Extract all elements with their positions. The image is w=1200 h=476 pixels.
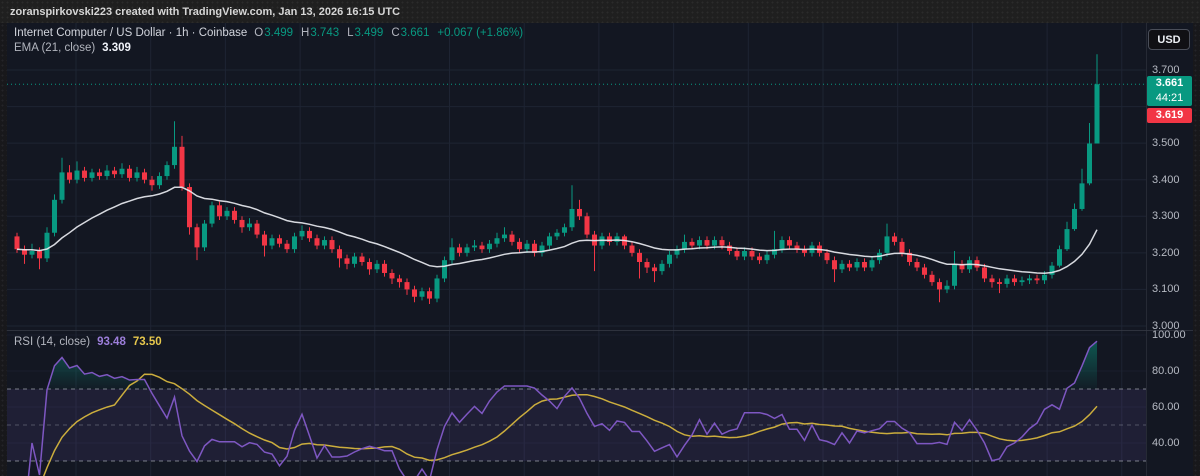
symbol-legend-row[interactable]: Internet Computer / US Dollar · 1h · Coi… (14, 27, 523, 39)
high-value: 3.743 (310, 27, 340, 39)
rsi-legend-row[interactable]: RSI (14, close) 93.48 73.50 (14, 336, 162, 348)
price-tick-label: 3.200 (1152, 246, 1180, 259)
rsi-tick-label: 100.00 (1152, 329, 1186, 341)
pane-separator[interactable] (7, 330, 1193, 331)
rsi-pane (7, 340, 1146, 476)
ema-value: 3.309 (102, 42, 131, 54)
candles-layer (14, 54, 1100, 305)
rsi-ma-value: 73.50 (132, 336, 162, 348)
change-value: +0.067 (+1.86%) (437, 27, 524, 39)
rsi-tick-label: 80.00 (1152, 365, 1180, 377)
price-axis[interactable]: USD 3.661 44:21 3.619 3.700 3.500 3.400 3.3… (1146, 23, 1193, 476)
price-tick-label: 3.100 (1152, 283, 1180, 296)
open-value: 3.499 (264, 27, 294, 39)
tradingview-chart-window: zoranspirkovski223 created with TradingV… (0, 0, 1200, 476)
close-label: C (391, 27, 400, 39)
ohlc-values: O 3.499 H 3.743 L 3.499 C 3.661 +0.067 (+1.8… (254, 27, 523, 39)
close-value: 3.661 (400, 27, 430, 39)
last-price-badge-value: 3.661 (1155, 77, 1184, 90)
chart-canvas[interactable] (0, 0, 1200, 476)
attribution-bar: zoranspirkovski223 created with TradingV… (0, 0, 1200, 23)
attribution-text: zoranspirkovski223 created with TradingV… (10, 5, 401, 18)
price-tick-label: 3.700 (1152, 64, 1180, 76)
rsi-overbought-fill (47, 357, 150, 389)
price-tick-label: 3.500 (1152, 137, 1180, 150)
rsi-tick-label: 40.00 (1152, 437, 1180, 449)
price-tick-label: 3.300 (1152, 210, 1180, 223)
ema-label[interactable]: EMA (21, close) (14, 42, 95, 54)
frame-left-border (0, 23, 7, 476)
bar-countdown: 44:21 (1155, 92, 1184, 105)
open-label: O (254, 27, 264, 39)
high-label: H (301, 27, 310, 39)
symbol-title[interactable]: Internet Computer / US Dollar · 1h · Coi… (14, 27, 247, 39)
rsi-tick-label: 60.00 (1152, 401, 1180, 413)
frame-right-border (1193, 23, 1200, 476)
last-price-badge: 3.661 44:21 (1147, 76, 1192, 107)
secondary-price-badge-value: 3.619 (1155, 109, 1184, 122)
price-tick-label: 3.400 (1152, 173, 1180, 186)
rsi-value: 93.48 (97, 336, 126, 348)
currency-toggle-button[interactable]: USD (1148, 29, 1190, 50)
low-value: 3.499 (354, 27, 384, 39)
low-label: L (347, 27, 354, 39)
secondary-price-badge: 3.619 (1147, 108, 1192, 124)
ema-legend-row[interactable]: EMA (21, close) 3.309 (14, 42, 131, 54)
rsi-label[interactable]: RSI (14, close) (14, 336, 90, 348)
